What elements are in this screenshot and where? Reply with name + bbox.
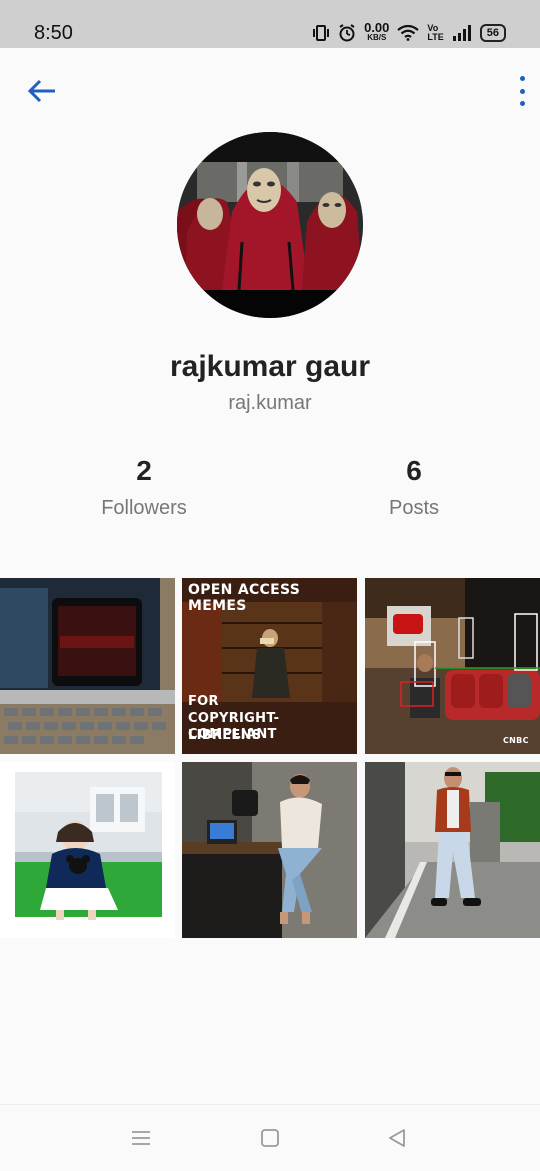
meme-caption-3: LIBREENS: [188, 728, 262, 743]
post-thumbnail[interactable]: [182, 762, 357, 938]
vibrate-icon: [313, 25, 330, 41]
more-vertical-icon-dot: [519, 76, 525, 81]
arrow-back-icon: [27, 79, 55, 103]
post-thumbnail[interactable]: [0, 578, 175, 754]
news-watermark: CNBC: [503, 736, 529, 745]
post-thumbnail[interactable]: [0, 762, 175, 938]
meme-caption-1: FOR: [188, 694, 219, 709]
recents-button[interactable]: [130, 1127, 154, 1151]
home-square-icon: [261, 1129, 279, 1147]
profile-name: rajkumar gaur: [169, 350, 371, 383]
net-speed-value: 0.00: [364, 20, 390, 35]
volte-indicator: Vo LTE: [427, 24, 443, 42]
posts-label: Posts: [388, 497, 440, 519]
followers-stat[interactable]: 2 Followers: [44, 455, 244, 520]
post-thumbnail[interactable]: [365, 762, 540, 938]
alarm-icon: [339, 24, 355, 42]
post-thumbnail[interactable]: CNBC: [365, 578, 540, 754]
more-vertical-icon-dot: [519, 101, 525, 106]
net-speed-unit: KB/S: [367, 33, 387, 42]
profile-username: raj.kumar: [228, 392, 312, 414]
system-back-button[interactable]: [386, 1127, 410, 1151]
wifi-icon: [397, 25, 420, 41]
system-nav-bar: [0, 1104, 540, 1171]
posts-stat[interactable]: 6 Posts: [314, 455, 514, 520]
back-triangle-icon: [389, 1129, 405, 1147]
posts-count: 6: [406, 455, 422, 486]
more-options-button[interactable]: [508, 76, 536, 106]
status-time: 8:50: [34, 22, 73, 44]
menu-icon: [132, 1131, 150, 1145]
net-speed: 0.00 KB/S: [364, 20, 390, 43]
followers-count: 2: [136, 455, 152, 486]
post-thumbnail-meme[interactable]: OPEN ACCESS MEMES FOR COPYRIGHT-COMPLIAN…: [182, 578, 357, 754]
more-vertical-icon-dot: [519, 88, 525, 94]
home-button[interactable]: [259, 1127, 283, 1151]
followers-label: Followers: [101, 497, 187, 519]
avatar[interactable]: [177, 132, 363, 318]
status-bar: 8:50 0.00 KB/S Vo LTE 56: [0, 0, 540, 48]
volte-bottom: LTE: [427, 32, 444, 42]
meme-title: OPEN ACCESS MEMES: [188, 582, 301, 614]
back-button[interactable]: [26, 78, 58, 104]
status-icons: 0.00 KB/S Vo LTE 56: [312, 20, 506, 44]
app-bar: [0, 48, 540, 138]
signal-icon: [452, 25, 471, 41]
battery-indicator: 56: [479, 24, 506, 42]
